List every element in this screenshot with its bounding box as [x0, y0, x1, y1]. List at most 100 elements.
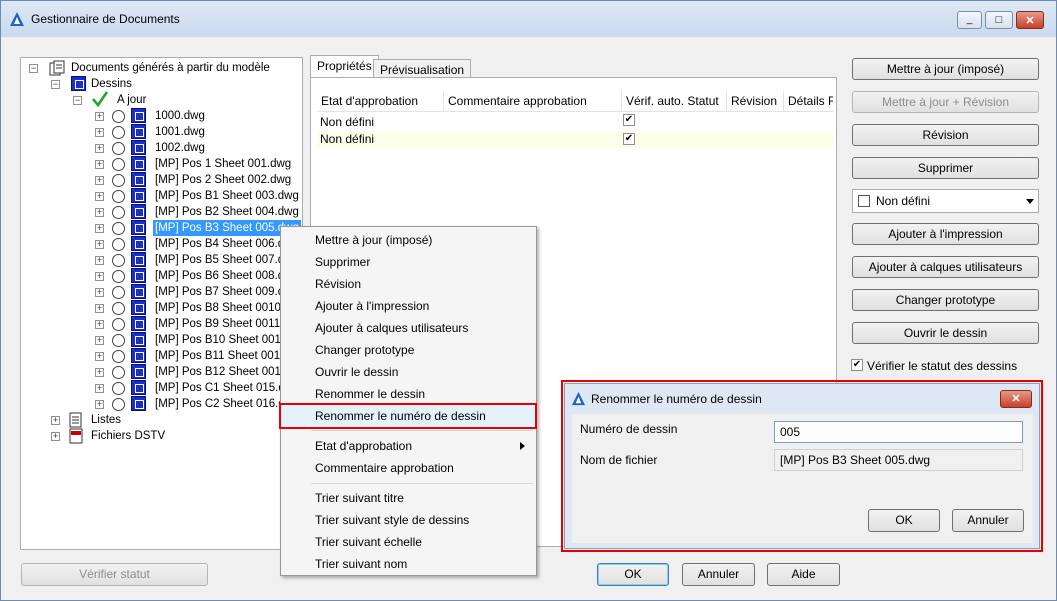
- collapse-icon[interactable]: −: [51, 80, 60, 89]
- grid-header: Etat d'approbation Commentaire approbati…: [317, 91, 833, 112]
- collapse-icon[interactable]: −: [29, 64, 38, 73]
- table-row[interactable]: Non défini ✔: [317, 131, 833, 148]
- menu-item-rename-drawing[interactable]: Renommer le dessin: [282, 383, 535, 405]
- menu-item-sort-title[interactable]: Trier suivant titre: [282, 487, 535, 509]
- update-revision-button[interactable]: Mettre à jour + Révision: [852, 91, 1039, 113]
- approval-status-select[interactable]: Non défini: [852, 189, 1039, 213]
- dwg-file-icon: [131, 188, 146, 203]
- status-circle-icon: [112, 254, 125, 267]
- auto-check-checkbox[interactable]: ✔: [623, 114, 635, 126]
- menu-item-label: Etat d'approbation: [315, 439, 413, 453]
- expand-icon[interactable]: +: [95, 208, 104, 217]
- expand-icon[interactable]: +: [95, 128, 104, 137]
- tree-file-label: 1000.dwg: [155, 110, 205, 122]
- expand-icon[interactable]: +: [95, 160, 104, 169]
- close-button[interactable]: ✕: [1016, 11, 1044, 29]
- column-header[interactable]: Révision: [727, 91, 784, 112]
- expand-icon[interactable]: +: [95, 304, 104, 313]
- expand-icon[interactable]: +: [95, 336, 104, 345]
- menu-item-open-drawing[interactable]: Ouvrir le dessin: [282, 361, 535, 383]
- menu-item-delete[interactable]: Supprimer: [282, 251, 535, 273]
- tree-listes-label: Listes: [91, 414, 122, 426]
- expand-icon[interactable]: +: [95, 144, 104, 153]
- highlight-box-menu: [279, 403, 537, 429]
- column-header[interactable]: Détails F: [784, 91, 833, 112]
- expand-icon[interactable]: +: [95, 384, 104, 393]
- expand-icon[interactable]: +: [51, 432, 60, 441]
- menu-item-sort-style[interactable]: Trier suivant style de dessins: [282, 509, 535, 531]
- delete-button[interactable]: Supprimer: [852, 157, 1039, 179]
- collapse-icon[interactable]: −: [73, 96, 82, 105]
- column-header[interactable]: Commentaire approbation: [444, 91, 622, 112]
- column-header[interactable]: Etat d'approbation: [317, 91, 444, 112]
- status-circle-icon: [112, 270, 125, 283]
- table-row[interactable]: Non défini ✔: [317, 114, 833, 131]
- dwg-file-icon: [131, 220, 146, 235]
- add-print-button[interactable]: Ajouter à l'impression: [852, 223, 1039, 245]
- open-drawing-button[interactable]: Ouvrir le dessin: [852, 322, 1039, 344]
- expand-icon[interactable]: +: [95, 352, 104, 361]
- dwg-file-icon: [131, 332, 146, 347]
- dwg-file-icon: [131, 396, 146, 411]
- highlight-box-dialog: [561, 380, 1043, 552]
- cancel-button[interactable]: Annuler: [682, 563, 755, 586]
- status-circle-icon: [112, 190, 125, 203]
- tree-file-label: [MP] Pos B7 Sheet 009.dwg: [155, 286, 299, 298]
- column-header[interactable]: Vérif. auto. Statut: [622, 91, 727, 112]
- ok-button[interactable]: OK: [597, 563, 669, 586]
- expand-icon[interactable]: +: [95, 224, 104, 233]
- menu-item-update-forced[interactable]: Mettre à jour (imposé): [282, 229, 535, 251]
- expand-icon[interactable]: +: [95, 288, 104, 297]
- chevron-down-icon: [1026, 199, 1034, 204]
- status-circle-icon: [112, 222, 125, 235]
- expand-icon[interactable]: +: [95, 112, 104, 121]
- title-bar[interactable]: Gestionnaire de Documents _ □ ✕: [1, 1, 1056, 37]
- menu-item-sort-scale[interactable]: Trier suivant échelle: [282, 531, 535, 553]
- maximize-icon: □: [995, 14, 1003, 26]
- window-title: Gestionnaire de Documents: [31, 12, 180, 26]
- dwg-file-icon: [131, 284, 146, 299]
- expand-icon[interactable]: +: [95, 176, 104, 185]
- expand-icon[interactable]: +: [95, 320, 104, 329]
- status-color-swatch: [858, 195, 870, 207]
- dwg-file-icon: [131, 268, 146, 283]
- add-user-layers-button[interactable]: Ajouter à calques utilisateurs: [852, 256, 1039, 278]
- tree-root-label: Documents générés à partir du modèle: [71, 62, 270, 74]
- dwg-file-icon: [131, 380, 146, 395]
- revision-button[interactable]: Révision: [852, 124, 1039, 146]
- maximize-button[interactable]: □: [985, 11, 1013, 29]
- expand-icon[interactable]: +: [95, 240, 104, 249]
- expand-icon[interactable]: +: [95, 192, 104, 201]
- menu-item-add-user-layers[interactable]: Ajouter à calques utilisateurs: [282, 317, 535, 339]
- update-forced-button[interactable]: Mettre à jour (imposé): [852, 58, 1039, 80]
- documents-icon: [49, 60, 65, 76]
- verify-status-label: Vérifier le statut des dessins: [867, 359, 1018, 373]
- change-prototype-button[interactable]: Changer prototype: [852, 289, 1039, 311]
- menu-item-approval-state[interactable]: Etat d'approbation: [282, 435, 535, 457]
- status-circle-icon: [112, 366, 125, 379]
- expand-icon[interactable]: +: [95, 400, 104, 409]
- tree-file-label: [MP] Pos B3 Sheet 005.dwg: [153, 220, 301, 236]
- tree-dstv-label: Fichiers DSTV: [91, 430, 166, 442]
- tree-file-label: [MP] Pos B5 Sheet 007.dwg: [155, 254, 299, 266]
- auto-check-checkbox[interactable]: ✔: [623, 133, 635, 145]
- help-button[interactable]: Aide: [767, 563, 840, 586]
- menu-item-change-prototype[interactable]: Changer prototype: [282, 339, 535, 361]
- verify-status-button[interactable]: Vérifier statut: [21, 563, 208, 586]
- status-circle-icon: [112, 286, 125, 299]
- expand-icon[interactable]: +: [95, 272, 104, 281]
- lists-icon: [69, 412, 82, 428]
- status-circle-icon: [112, 158, 125, 171]
- menu-item-revision[interactable]: Révision: [282, 273, 535, 295]
- verify-status-checkbox[interactable]: ✔: [851, 359, 863, 371]
- menu-item-sort-name[interactable]: Trier suivant nom: [282, 553, 535, 575]
- tree-file-label: 1001.dwg: [155, 126, 205, 138]
- tab-properties[interactable]: Propriétés: [310, 55, 379, 78]
- document-tree[interactable]: − Documents générés à partir du modèle −…: [20, 57, 303, 550]
- expand-icon[interactable]: +: [95, 368, 104, 377]
- expand-icon[interactable]: +: [95, 256, 104, 265]
- menu-item-approval-comment[interactable]: Commentaire approbation: [282, 457, 535, 479]
- menu-item-add-print[interactable]: Ajouter à l'impression: [282, 295, 535, 317]
- expand-icon[interactable]: +: [51, 416, 60, 425]
- minimize-button[interactable]: _: [957, 11, 982, 29]
